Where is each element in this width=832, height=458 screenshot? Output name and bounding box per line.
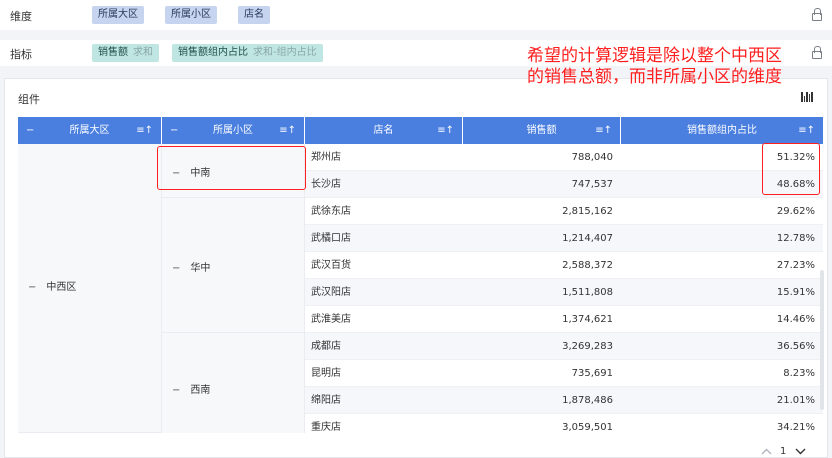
cell-group-share: 8.23% [621,360,823,387]
collapse-icon[interactable]: − [172,263,180,274]
cell-sales: 735,691 [463,360,621,387]
lock-icon[interactable] [812,8,822,21]
cell-store: 长沙店 [305,171,463,198]
dimension-label: 维度 [10,10,32,23]
cell-store: 绵阳店 [305,387,463,414]
sort-icon[interactable]: ≡↑ [136,117,153,144]
chevron-down-icon[interactable] [794,447,806,457]
subregion-name: 华中 [190,263,211,274]
dimension-row: 维度 所属大区 所属小区 店名 [0,0,832,30]
cell-store: 郑州店 [305,144,463,171]
header-subregion[interactable]: − 所属小区 ≡↑ [162,117,305,144]
pivot-table: − 所属大区 ≡↑ − 所属小区 ≡↑ 店名 ≡↑ 销售额 ≡↑ 销售额组内占比… [18,117,823,433]
cell-store: 武橘口店 [305,225,463,252]
group-cell-region[interactable]: − 中西区 [18,144,162,433]
sort-icon[interactable]: ≡↑ [437,117,454,144]
cell-store: 武汉百货 [305,252,463,279]
metric-chip-name: 销售额组内占比 [178,47,248,58]
header-group-share[interactable]: 销售额组内占比 ≡↑ [621,117,823,144]
cell-sales: 2,588,372 [463,252,621,279]
header-region[interactable]: − 所属大区 ≡↑ [18,117,162,144]
cell-store: 重庆店 [305,414,463,433]
cell-group-share: 12.78% [621,225,823,252]
header-store[interactable]: 店名 ≡↑ [305,117,463,144]
cell-group-share: 21.01% [621,387,823,414]
cell-group-share: 34.21% [621,414,823,433]
metric-chip-name: 销售额 [98,47,128,58]
cell-sales: 1,511,808 [463,279,621,306]
cell-sales: 3,269,283 [463,333,621,360]
cell-group-share: 27.23% [621,252,823,279]
dimension-chip-store[interactable]: 店名 [238,6,270,24]
highlight-box-percent [762,143,820,195]
page-number[interactable]: 1 [780,446,786,457]
metric-chip-group-share[interactable]: 销售额组内占比 求和-组内占比 [172,44,323,62]
cell-store: 武徐东店 [305,198,463,225]
annotation-text: 希望的计算逻辑是除以整个中西区的销售总额，而非所属小区的维度 [527,46,782,87]
cell-group-share: 14.46% [621,306,823,333]
cell-group-share: 36.56% [621,333,823,360]
cell-store: 成都店 [305,333,463,360]
cell-store: 武汉阳店 [305,279,463,306]
pagination: 1 [760,446,806,457]
chevron-up-icon[interactable] [760,447,772,457]
chart-settings-icon[interactable] [801,92,813,102]
metric-chip-agg: 求和 [133,47,153,58]
panel-title: 组件 [18,93,40,106]
cell-sales: 3,059,501 [463,414,621,433]
cell-sales: 788,040 [463,144,621,171]
cell-sales: 1,374,621 [463,306,621,333]
region-name: 中西区 [46,282,77,293]
collapse-icon[interactable]: − [172,385,180,396]
scrollbar[interactable] [820,270,824,410]
metric-label: 指标 [10,48,32,61]
sort-icon[interactable]: ≡↑ [595,117,612,144]
sort-icon[interactable]: ≡↑ [798,117,815,144]
subregion-name: 西南 [190,385,211,396]
cell-store: 昆明店 [305,360,463,387]
dimension-chip-subregion[interactable]: 所属小区 [165,6,217,24]
sort-icon[interactable]: ≡↑ [279,117,296,144]
group-cell-subregion[interactable]: − 西南 [162,333,305,433]
dimension-chip-region[interactable]: 所属大区 [92,6,144,24]
cell-sales: 1,214,407 [463,225,621,252]
cell-group-share: 15.91% [621,279,823,306]
highlight-box-subregion [157,146,306,190]
cell-store: 武淮美店 [305,306,463,333]
cell-sales: 1,878,486 [463,387,621,414]
cell-group-share: 29.62% [621,198,823,225]
header-label: 销售额组内占比 [687,125,757,136]
metric-chip-agg: 求和-组内占比 [253,47,317,58]
metric-chip-sales[interactable]: 销售额 求和 [92,44,159,62]
lock-icon[interactable] [812,46,822,59]
header-sales[interactable]: 销售额 ≡↑ [463,117,621,144]
cell-sales: 747,537 [463,171,621,198]
collapse-icon[interactable]: − [28,282,36,293]
cell-sales: 2,815,162 [463,198,621,225]
group-cell-subregion[interactable]: − 华中 [162,198,305,333]
